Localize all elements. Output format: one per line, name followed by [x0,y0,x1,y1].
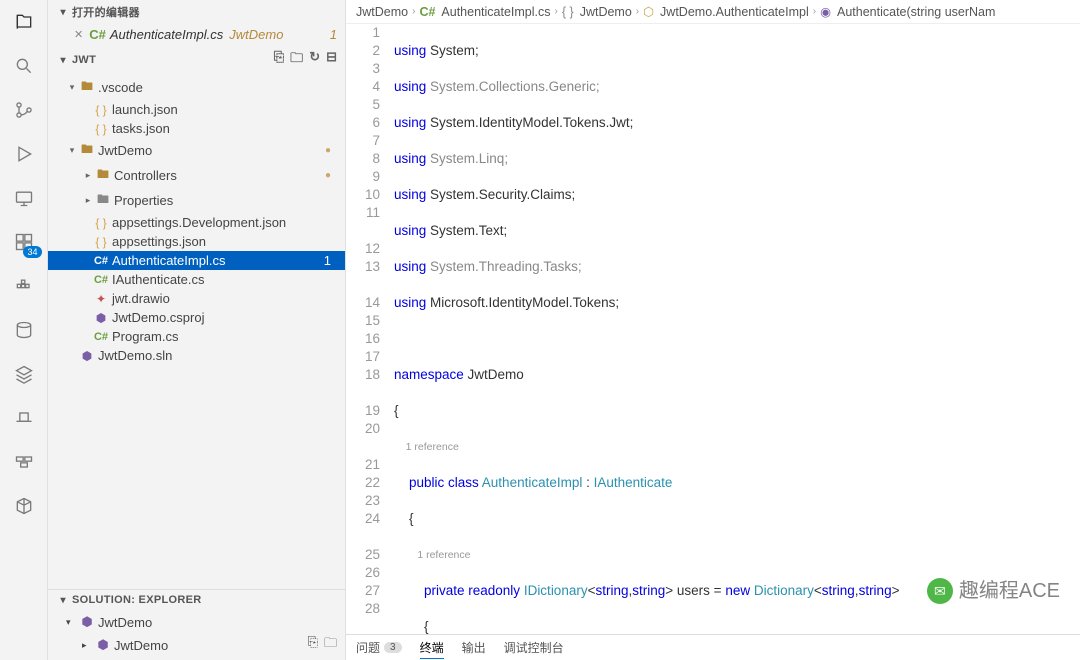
watermark: ✉ 趣编程ACE [927,578,1060,604]
tab-debug-console[interactable]: 调试控制台 [504,639,564,656]
cs-icon: C# [92,331,110,343]
remote-icon[interactable] [12,186,36,210]
search-icon[interactable] [12,54,36,78]
solution-project[interactable]: ▸⬢JwtDemo ⎘🗀 [48,632,345,658]
package-icon[interactable] [12,494,36,518]
editor-area: JwtDemo› C#AuthenticateImpl.cs› { }JwtDe… [346,0,1080,660]
source-control-icon[interactable] [12,98,36,122]
json-icon: { } [92,122,110,136]
file-tasks-json[interactable]: { }tasks.json [48,119,345,138]
wechat-icon: ✉ [927,578,953,604]
solution-header[interactable]: ▾ SOLUTION: EXPLORER [48,590,345,610]
solution-root[interactable]: ▾⬢JwtDemo [48,612,345,632]
folder-properties[interactable]: ▸🖿Properties [48,188,345,213]
extensions-icon[interactable]: 34 [12,230,36,254]
sidebar: ▾ 打开的编辑器 ✕ C# AuthenticateImpl.cs JwtDem… [48,0,346,660]
open-editor-item[interactable]: ✕ C# AuthenticateImpl.cs JwtDemo 1 [48,24,345,45]
add-file-icon[interactable]: ⎘ [308,634,318,656]
solution-explorer: ▾ SOLUTION: EXPLORER ▾⬢JwtDemo ▸⬢JwtDemo… [48,589,345,660]
code-editor[interactable]: 1234567891011121314151617181920212223242… [346,24,1080,634]
code-lines[interactable]: using System; using System.Collections.G… [394,24,1080,634]
folder-vscode[interactable]: ▾🖿.vscode [48,75,345,100]
drawio-icon: ✦ [92,292,110,306]
folder-open-icon: 🖿 [78,140,96,161]
folder-icon: 🖿 [94,165,112,186]
chevron-down-icon: ▾ [56,55,70,66]
activity-bar: 34 [0,0,48,660]
json-icon: { } [92,235,110,249]
top-hat-icon[interactable] [12,406,36,430]
file-program[interactable]: C#Program.cs [48,327,345,346]
cs-icon: C# [92,274,110,286]
tab-problems[interactable]: 问题3 [356,639,402,656]
json-icon: { } [92,103,110,117]
explorer-root-header[interactable]: ▾ JWT ⎘ 🗀 ↻ ⊟ [48,45,345,75]
folder-jwtdemo[interactable]: ▾🖿JwtDemo● [48,138,345,163]
bottom-panel: 问题3 终端 输出 调试控制台 [346,634,1080,660]
folder-icon: 🖿 [94,190,112,211]
file-drawio[interactable]: ✦jwt.drawio [48,289,345,308]
csproj-icon: ⬢ [94,637,112,653]
new-file-icon[interactable]: ⎘ [274,49,284,71]
sln-icon: ⬢ [78,614,96,630]
breadcrumbs[interactable]: JwtDemo› C#AuthenticateImpl.cs› { }JwtDe… [346,0,1080,24]
chevron-down-icon: ▾ [56,595,70,606]
tab-output[interactable]: 输出 [462,639,486,656]
chevron-down-icon: ▾ [56,7,70,18]
file-launch-json[interactable]: { }launch.json [48,100,345,119]
folder-open-icon: 🖿 [78,77,96,98]
file-appsettings-dev[interactable]: { }appsettings.Development.json [48,213,345,232]
json-icon: { } [92,216,110,230]
add-folder-icon[interactable]: 🗀 [324,634,337,656]
new-folder-icon[interactable]: 🗀 [290,49,303,71]
close-icon[interactable]: ✕ [74,28,83,41]
layers-icon[interactable] [12,362,36,386]
collapse-icon[interactable]: ⊟ [326,49,337,71]
folder-controllers[interactable]: ▸🖿Controllers● [48,163,345,188]
run-debug-icon[interactable] [12,142,36,166]
database-icon[interactable] [12,318,36,342]
sln-icon: ⬢ [78,349,96,363]
refresh-icon[interactable]: ↻ [309,49,320,71]
cs-icon: C# [92,255,110,267]
open-editors-header[interactable]: ▾ 打开的编辑器 [48,0,345,24]
bricks-icon[interactable] [12,450,36,474]
file-iauthenticate[interactable]: C#IAuthenticate.cs [48,270,345,289]
file-tree: ▾🖿.vscode { }launch.json { }tasks.json ▾… [48,75,345,589]
tab-terminal[interactable]: 终端 [420,639,444,659]
csproj-icon: ⬢ [92,311,110,325]
file-sln[interactable]: ⬢JwtDemo.sln [48,346,345,365]
explorer-icon[interactable] [12,10,36,34]
file-csproj[interactable]: ⬢JwtDemo.csproj [48,308,345,327]
docker-icon[interactable] [12,274,36,298]
line-gutter: 1234567891011121314151617181920212223242… [346,24,394,634]
file-appsettings[interactable]: { }appsettings.json [48,232,345,251]
file-authenticateimpl[interactable]: C#AuthenticateImpl.cs1 [48,251,345,270]
